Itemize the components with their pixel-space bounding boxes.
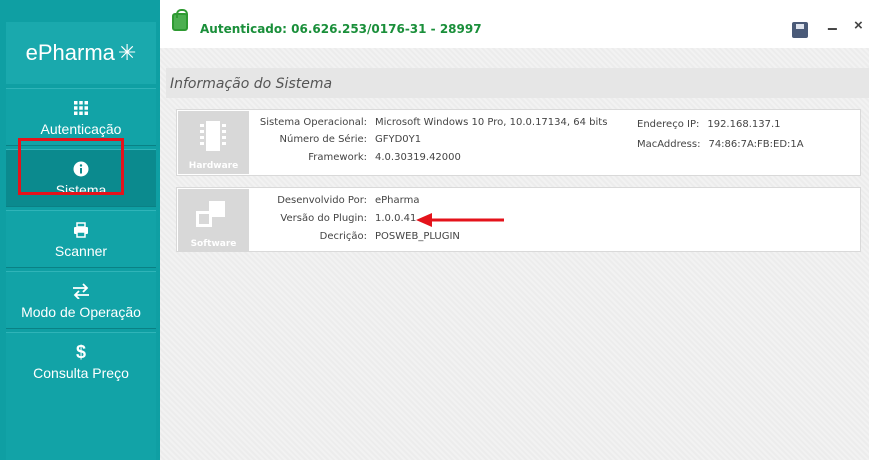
page-title: Informação do Sistema: [170, 76, 333, 92]
sidebar-item-label: Sistema: [55, 181, 107, 198]
field-value: ePharma: [375, 195, 420, 206]
sidebar-item-modo-operacao[interactable]: Modo de Operação: [6, 271, 156, 329]
field-value: 4.0.30319.42000: [375, 152, 461, 163]
software-tile: Software: [178, 189, 249, 252]
logo-star-icon: ✳: [117, 40, 137, 65]
app-window: ePharma ✳ Autenticação Sistema Scanner M…: [0, 0, 869, 460]
sidebar-nav: Autenticação Sistema Scanner Modo de Ope…: [6, 88, 156, 393]
field-label: Sistema Operacional:: [259, 117, 367, 128]
field-endereco-ip: Endereço IP: 192.168.137.1: [637, 119, 781, 130]
logo-text: ePharma: [25, 40, 115, 65]
sidebar-item-label: Scanner: [54, 242, 108, 259]
sidebar-item-label: Modo de Operação: [21, 303, 141, 320]
hardware-tile: Hardware: [178, 111, 249, 174]
field-label: Desenvolvido Por:: [277, 195, 367, 206]
field-value: POSWEB_PLUGIN: [375, 231, 460, 242]
dollar-icon: $: [75, 341, 86, 362]
topbar: Autenticado: 06.626.253/0176-31 - 28997 …: [160, 0, 869, 48]
sidebar-item-label: Autenticação: [40, 120, 122, 137]
field-label: MacAddress:: [637, 139, 701, 150]
software-label: Software: [190, 239, 237, 249]
grid-icon: [73, 98, 89, 118]
red-arrow-annotation: [416, 213, 504, 227]
field-value: 192.168.137.1: [707, 119, 781, 130]
field-label: Framework:: [308, 152, 367, 163]
save-icon[interactable]: [792, 22, 808, 38]
field-label: Versão do Plugin:: [280, 213, 367, 224]
sidebar-item-sistema[interactable]: Sistema: [6, 149, 156, 207]
field-value: 1.0.0.41: [375, 213, 417, 224]
minimize-button[interactable]: −: [827, 19, 838, 40]
sidebar-item-consulta-preco[interactable]: $ Consulta Preço: [6, 332, 156, 390]
unlock-icon: [172, 9, 188, 31]
field-versao-plugin: Versão do Plugin: 1.0.0.41: [257, 213, 416, 224]
sidebar-item-autenticacao[interactable]: Autenticação: [6, 88, 156, 146]
field-descricao: Decrição: POSWEB_PLUGIN: [257, 231, 460, 242]
sidebar-filler: [6, 385, 156, 460]
logo: ePharma ✳: [6, 22, 156, 84]
field-sistema-operacional: Sistema Operacional: Microsoft Windows 10…: [257, 117, 607, 128]
swap-arrows-icon: [72, 281, 90, 301]
field-value: GFYD0Y1: [375, 134, 422, 145]
auth-status: Autenticado: 06.626.253/0176-31 - 28997: [200, 22, 482, 36]
software-panel: Software Desenvolvido Por: ePharma Versão…: [176, 187, 861, 252]
field-framework: Framework: 4.0.30319.42000: [257, 152, 461, 163]
printer-icon: [73, 220, 89, 240]
field-value: Microsoft Windows 10 Pro, 10.0.17134, 64…: [375, 117, 608, 128]
main-content: Informação do Sistema Hardware Sistema O…: [160, 48, 869, 460]
sidebar-item-label: Consulta Preço: [33, 364, 129, 381]
sidebar: ePharma ✳ Autenticação Sistema Scanner M…: [0, 0, 160, 460]
chip-icon: [200, 121, 226, 151]
software-icon: [196, 199, 230, 231]
hardware-label: Hardware: [188, 161, 239, 171]
field-macaddress: MacAddress: 74:86:7A:FB:ED:1A: [637, 139, 804, 150]
field-label: Endereço IP:: [637, 119, 700, 130]
field-desenvolvido-por: Desenvolvido Por: ePharma: [257, 195, 419, 206]
info-icon: [73, 159, 89, 179]
field-value: 74:86:7A:FB:ED:1A: [708, 139, 804, 150]
section-header: Informação do Sistema: [166, 68, 869, 98]
field-label: Decrição:: [319, 231, 367, 242]
field-numero-serie: Número de Série: GFYD0Y1: [257, 134, 422, 145]
sidebar-item-scanner[interactable]: Scanner: [6, 210, 156, 268]
hardware-panel: Hardware Sistema Operacional: Microsoft W…: [176, 109, 861, 176]
close-button[interactable]: ×: [854, 17, 863, 34]
field-label: Número de Série:: [279, 134, 368, 145]
